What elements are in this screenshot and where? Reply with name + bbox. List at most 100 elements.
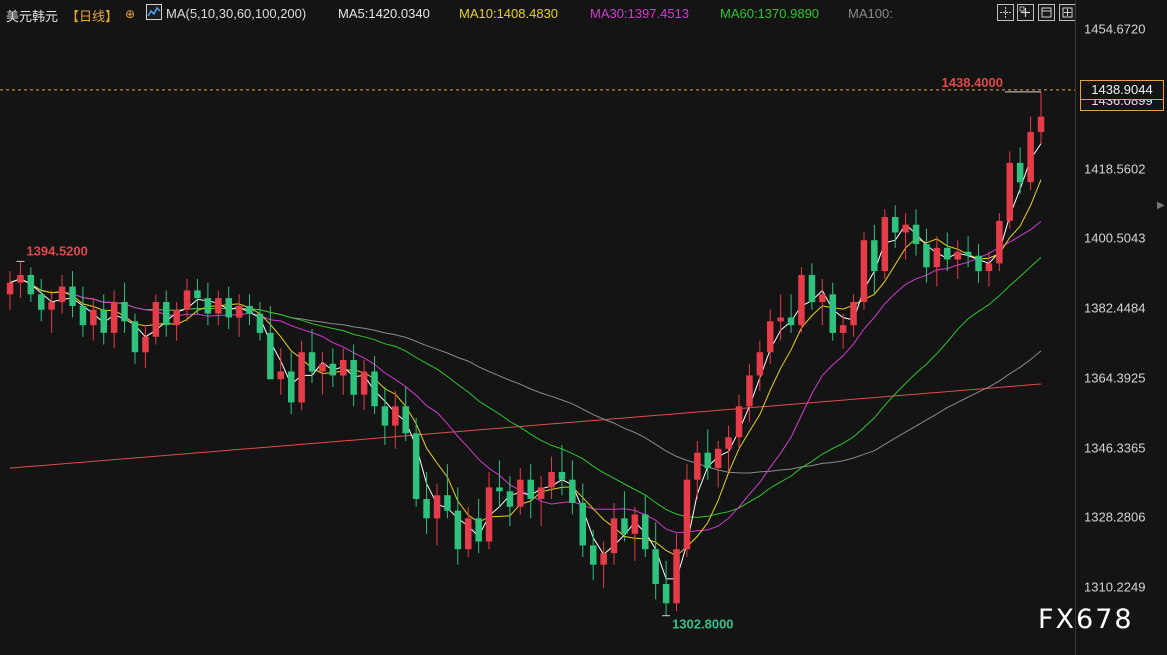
candle[interactable] bbox=[360, 359, 368, 411]
axis-scroll-arrow-icon[interactable]: ▶ bbox=[1157, 200, 1165, 211]
candle[interactable] bbox=[163, 290, 170, 337]
candle[interactable] bbox=[819, 278, 826, 326]
candle[interactable] bbox=[48, 290, 55, 333]
ma-indicator-icon[interactable] bbox=[146, 4, 162, 20]
candle[interactable] bbox=[1027, 116, 1034, 190]
instrument-title[interactable]: 美元韩元 bbox=[6, 6, 58, 25]
candle[interactable] bbox=[444, 464, 451, 519]
candle[interactable] bbox=[475, 499, 482, 554]
candle[interactable] bbox=[454, 487, 462, 565]
candle[interactable] bbox=[277, 348, 285, 395]
candle[interactable] bbox=[412, 417, 420, 507]
candle[interactable] bbox=[6, 271, 14, 310]
layout-grid-icon[interactable] bbox=[997, 4, 1014, 21]
ma-params-label[interactable]: MA(5,10,30,60,100,200) bbox=[166, 6, 306, 21]
candle[interactable] bbox=[600, 541, 607, 588]
candle[interactable] bbox=[590, 529, 597, 581]
candle[interactable] bbox=[381, 386, 389, 445]
candle[interactable] bbox=[673, 533, 680, 612]
candle[interactable] bbox=[787, 294, 795, 333]
crosshair-icon[interactable]: ⊕ bbox=[125, 7, 135, 21]
period-selector[interactable]: 【日线】 bbox=[66, 6, 118, 25]
candle[interactable] bbox=[975, 244, 982, 283]
candlestick-chart[interactable]: 1438.4000 1394.5200 1302.8000 bbox=[0, 28, 1075, 655]
candle[interactable] bbox=[215, 290, 222, 326]
candle[interactable] bbox=[735, 394, 743, 449]
candle[interactable] bbox=[725, 425, 732, 472]
candle-body bbox=[631, 514, 639, 534]
candle-body bbox=[225, 298, 232, 318]
candle[interactable] bbox=[121, 282, 128, 333]
candle[interactable] bbox=[246, 294, 253, 326]
candle[interactable] bbox=[829, 282, 837, 341]
candle[interactable] bbox=[235, 294, 243, 337]
candle[interactable] bbox=[923, 228, 930, 283]
candle[interactable] bbox=[954, 240, 962, 279]
candle[interactable] bbox=[340, 348, 347, 395]
candle[interactable] bbox=[839, 313, 847, 349]
candle[interactable] bbox=[527, 464, 535, 519]
candle[interactable] bbox=[392, 390, 399, 449]
candle[interactable] bbox=[944, 232, 951, 272]
candle[interactable] bbox=[808, 263, 816, 310]
window-mode-icon[interactable] bbox=[1038, 4, 1055, 21]
candle[interactable] bbox=[881, 209, 889, 279]
candle[interactable] bbox=[267, 305, 274, 380]
candle[interactable] bbox=[58, 274, 66, 314]
candle[interactable] bbox=[1006, 151, 1014, 229]
candle[interactable] bbox=[569, 460, 576, 515]
candle[interactable] bbox=[912, 209, 920, 256]
candle[interactable] bbox=[173, 302, 180, 341]
candle[interactable] bbox=[485, 471, 493, 550]
candle[interactable] bbox=[371, 356, 378, 415]
ma60-line bbox=[9, 257, 1042, 518]
candle[interactable] bbox=[288, 352, 295, 415]
candle[interactable] bbox=[1016, 147, 1024, 194]
candle[interactable] bbox=[652, 522, 659, 600]
candle[interactable] bbox=[131, 313, 139, 364]
candle[interactable] bbox=[90, 298, 97, 341]
candle[interactable] bbox=[537, 475, 545, 527]
candle[interactable] bbox=[798, 267, 805, 333]
candle[interactable] bbox=[996, 213, 1003, 272]
candle[interactable] bbox=[694, 441, 701, 500]
candle[interactable] bbox=[110, 290, 118, 349]
candle[interactable] bbox=[152, 294, 160, 345]
candle[interactable] bbox=[225, 286, 233, 330]
candle[interactable] bbox=[204, 282, 212, 326]
candle[interactable] bbox=[714, 441, 722, 488]
candle[interactable] bbox=[662, 560, 670, 616]
maximize-icon[interactable] bbox=[1059, 4, 1076, 21]
candle[interactable] bbox=[517, 468, 524, 515]
candle[interactable] bbox=[933, 236, 941, 287]
candle[interactable] bbox=[17, 261, 24, 299]
candle[interactable] bbox=[548, 456, 555, 500]
candle[interactable] bbox=[746, 363, 753, 422]
candle[interactable] bbox=[496, 460, 503, 507]
candle[interactable] bbox=[79, 286, 87, 337]
candle[interactable] bbox=[610, 502, 618, 565]
candle[interactable] bbox=[329, 348, 337, 387]
candle[interactable] bbox=[892, 205, 899, 248]
candle[interactable] bbox=[38, 278, 45, 322]
candle[interactable] bbox=[27, 267, 35, 303]
candle[interactable] bbox=[683, 464, 691, 557]
candle[interactable] bbox=[298, 340, 305, 411]
candle[interactable] bbox=[1037, 91, 1045, 144]
candle[interactable] bbox=[902, 213, 909, 260]
candle-body bbox=[444, 495, 451, 511]
candle[interactable] bbox=[69, 271, 76, 318]
add-window-icon[interactable] bbox=[1017, 4, 1034, 21]
candle[interactable] bbox=[142, 325, 149, 368]
candle[interactable] bbox=[642, 495, 649, 557]
candle[interactable] bbox=[423, 471, 430, 534]
candle[interactable] bbox=[433, 483, 441, 546]
candle[interactable] bbox=[860, 232, 868, 310]
candle[interactable] bbox=[465, 506, 472, 557]
candle[interactable] bbox=[631, 506, 639, 561]
candle[interactable] bbox=[256, 302, 264, 341]
candle[interactable] bbox=[871, 224, 878, 295]
candle-body bbox=[725, 437, 732, 449]
candle[interactable] bbox=[850, 294, 857, 337]
candle[interactable] bbox=[402, 386, 410, 442]
